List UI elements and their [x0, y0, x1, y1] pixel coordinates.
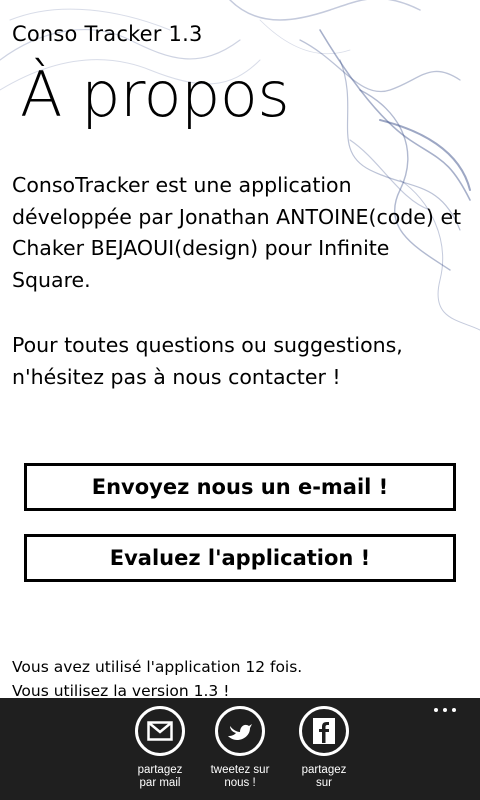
- share-on-facebook-label: partagez sur: [301, 764, 347, 789]
- app-title: Conso Tracker 1.3: [12, 22, 203, 46]
- usage-count-text: Vous avez utilisé l'application 12 fois.: [12, 658, 303, 676]
- mail-icon: [135, 706, 185, 756]
- contact-invitation: Pour toutes questions ou suggestions, n'…: [12, 333, 403, 389]
- ellipsis-icon[interactable]: [430, 702, 460, 718]
- page-title: À propos: [20, 58, 290, 131]
- tweet-button[interactable]: tweetez sur nous !: [198, 706, 282, 790]
- share-on-facebook-button[interactable]: partagez sur: [282, 706, 366, 790]
- rate-app-button[interactable]: Evaluez l'application !: [24, 534, 456, 582]
- share-by-mail-button[interactable]: partagez par mail: [118, 706, 202, 790]
- share-by-mail-label: partagez par mail: [137, 764, 183, 789]
- usage-info: Vous avez utilisé l'application 12 fois.…: [12, 655, 302, 703]
- facebook-icon: [299, 706, 349, 756]
- tweet-label: tweetez sur nous !: [210, 764, 270, 789]
- application-bar: partagez par mail tweetez sur nous ! par…: [0, 698, 480, 800]
- app-description: ConsoTracker est une application dévelop…: [12, 173, 462, 292]
- twitter-bird-icon: [215, 706, 265, 756]
- send-email-button[interactable]: Envoyez nous un e-mail !: [24, 463, 456, 511]
